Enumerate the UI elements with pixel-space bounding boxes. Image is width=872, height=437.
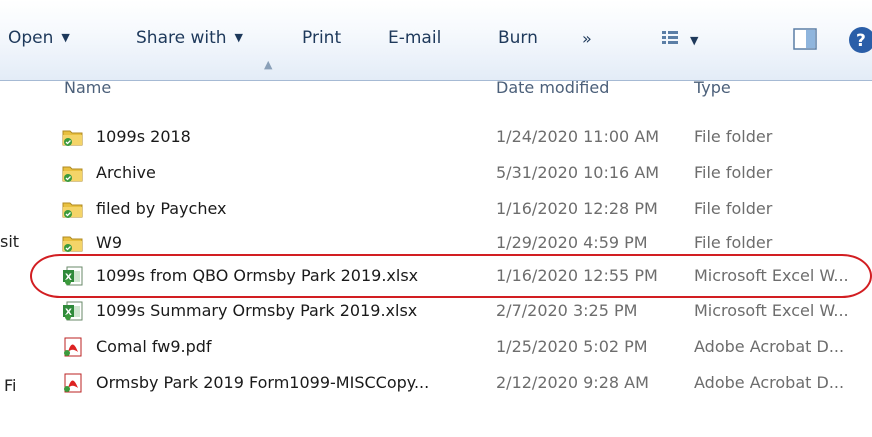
- svg-text:?: ?: [856, 31, 866, 51]
- preview-pane-icon: [793, 28, 817, 50]
- file-name: W9: [96, 233, 122, 252]
- file-name: Archive: [96, 163, 156, 182]
- burn-button[interactable]: Burn: [498, 28, 538, 48]
- red-circle-annotation: [30, 254, 872, 298]
- file-date-modified: 1/24/2020 11:00 AM: [496, 127, 660, 146]
- file-name: Comal fw9.pdf: [96, 337, 212, 356]
- view-list-icon: ▼: [662, 31, 699, 47]
- file-date-modified: 2/12/2020 9:28 AM: [496, 373, 649, 392]
- share-label: Share with: [136, 28, 227, 48]
- preview-pane-button[interactable]: [792, 26, 820, 58]
- file-name: 1099s Summary Ormsby Park 2019.xlsx: [96, 301, 418, 320]
- email-button[interactable]: E-mail: [388, 28, 441, 48]
- nav-item-fragment[interactable]: sit: [0, 232, 19, 251]
- folder-icon: [62, 127, 84, 147]
- file-date-modified: 5/31/2020 10:16 AM: [496, 163, 660, 182]
- share-with-button[interactable]: Share with ▼: [136, 28, 243, 48]
- column-header-type[interactable]: Type: [694, 68, 731, 108]
- file-type: Adobe Acrobat D...: [694, 337, 845, 356]
- file-row[interactable]: Ormsby Park 2019 Form1099-MISCCopy... 2/1…: [52, 366, 872, 402]
- file-type: Microsoft Excel W...: [694, 301, 849, 320]
- file-name: 1099s 2018: [96, 127, 191, 146]
- file-name: Ormsby Park 2019 Form1099-MISCCopy...: [96, 373, 430, 392]
- help-icon: ?: [849, 27, 872, 53]
- folder-icon: [62, 163, 84, 183]
- pdf-icon: [62, 373, 84, 393]
- open-button[interactable]: Open ▼: [8, 28, 70, 48]
- svg-text:▼: ▼: [690, 34, 699, 47]
- file-type: Adobe Acrobat D...: [694, 373, 845, 392]
- column-header-name[interactable]: Name: [64, 68, 111, 108]
- file-row[interactable]: 1099s 2018 1/24/2020 11:00 AM File folder: [52, 120, 872, 156]
- folder-icon: [62, 233, 84, 253]
- file-row[interactable]: Comal fw9.pdf 1/25/2020 5:02 PM Adobe Acro…: [52, 330, 872, 366]
- file-type: File folder: [694, 233, 773, 252]
- chevron-down-icon: ▼: [61, 31, 70, 44]
- file-row[interactable]: Archive 5/31/2020 10:16 AM File folder: [52, 156, 872, 192]
- open-label: Open: [8, 28, 54, 48]
- file-row[interactable]: filed by Paychex 1/16/2020 12:28 PM File f…: [52, 192, 872, 228]
- more-commands-button[interactable]: »: [582, 29, 592, 48]
- command-toolbar: Open ▼ Share with ▼ Print E-mail Burn » ▼ …: [0, 0, 872, 81]
- file-date-modified: 2/7/2020 3:25 PM: [496, 301, 638, 320]
- pdf-icon: [62, 337, 84, 357]
- file-row[interactable]: X 1099s Summary Ormsby Park 2019.xlsx 2/7/…: [52, 294, 872, 330]
- excel-icon: X: [62, 301, 84, 321]
- file-date-modified: 1/16/2020 12:28 PM: [496, 199, 658, 218]
- file-date-modified: 1/29/2020 4:59 PM: [496, 233, 648, 252]
- column-header-date-modified[interactable]: Date modified: [496, 68, 609, 108]
- nav-item-fragment[interactable]: Fi: [4, 376, 16, 395]
- folder-icon: [62, 199, 84, 219]
- print-button[interactable]: Print: [302, 28, 341, 48]
- chevron-down-icon: ▼: [234, 31, 243, 44]
- file-type: File folder: [694, 127, 773, 146]
- file-date-modified: 1/25/2020 5:02 PM: [496, 337, 648, 356]
- file-name: filed by Paychex: [96, 199, 227, 218]
- file-type: File folder: [694, 163, 773, 182]
- sort-ascending-icon: ▲: [264, 58, 273, 71]
- help-button[interactable]: ?: [846, 24, 872, 60]
- file-type: File folder: [694, 199, 773, 218]
- view-options-button[interactable]: ▼: [660, 24, 716, 58]
